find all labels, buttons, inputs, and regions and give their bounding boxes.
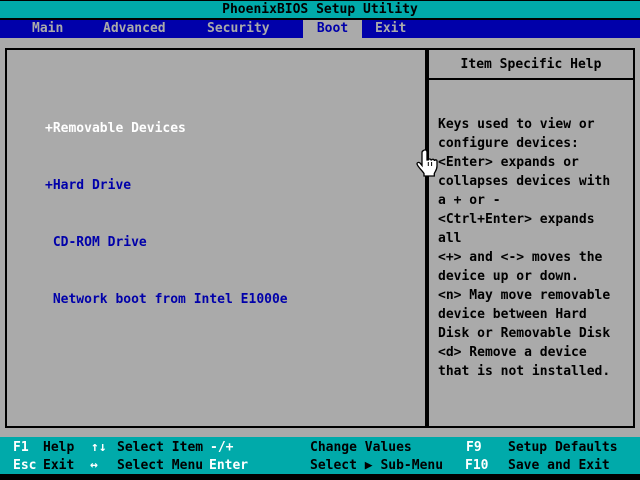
help-line: <Ctrl+Enter> expands: [438, 212, 595, 227]
help-panel-text: Keys used to view or configure devices: …: [429, 80, 633, 381]
list-item-removable-devices[interactable]: +Removable Devices: [45, 119, 288, 138]
key-enter-label: Select ▶ Sub-Menu: [310, 458, 444, 473]
help-line: device up or down.: [438, 269, 579, 284]
help-panel: Item Specific Help Keys used to view or …: [427, 48, 635, 428]
key-f1: F1: [13, 440, 29, 455]
key-esc: Esc: [13, 458, 37, 473]
help-line: configure devices:: [438, 136, 579, 151]
tab-exit[interactable]: Exit: [375, 20, 406, 38]
help-line: <d> Remove a device: [438, 345, 587, 360]
tab-security[interactable]: Security: [207, 20, 270, 38]
help-line: device between Hard: [438, 307, 587, 322]
mouse-cursor-hand-icon: [415, 149, 439, 181]
key-leftright-label: Select Menu: [117, 458, 204, 473]
key-updown-icon: ↑↓: [91, 440, 107, 455]
key-enter: Enter: [209, 458, 249, 473]
help-line: collapses devices with: [438, 174, 611, 189]
tab-boot[interactable]: Boot: [303, 20, 362, 38]
help-line: Disk or Removable Disk: [438, 326, 611, 341]
key-f9-label: Setup Defaults: [508, 440, 618, 455]
help-line: <+> and <-> moves the: [438, 250, 603, 265]
boot-order-panel: +Removable Devices +Hard Drive CD-ROM Dr…: [5, 48, 427, 428]
help-line: that is not installed.: [438, 364, 611, 379]
key-leftright-icon: ↔: [90, 458, 98, 473]
help-line: Keys used to view or: [438, 117, 595, 132]
help-line: all: [438, 231, 462, 246]
key-f1-label: Help: [43, 440, 75, 455]
key-esc-label: Exit: [43, 458, 75, 473]
key-f9: F9: [466, 440, 482, 455]
list-item-cdrom-drive[interactable]: CD-ROM Drive: [45, 233, 288, 252]
key-minusplus-label: Change Values: [310, 440, 412, 455]
page-title: PhoenixBIOS Setup Utility: [222, 2, 418, 17]
bottom-black-strip: [0, 474, 640, 480]
bios-setup-screen: PhoenixBIOS Setup Utility Main Advanced …: [0, 0, 640, 480]
help-panel-title: Item Specific Help: [429, 50, 633, 80]
boot-device-list: +Removable Devices +Hard Drive CD-ROM Dr…: [45, 81, 288, 347]
help-line: <Enter> expands or: [438, 155, 579, 170]
key-legend-bar: F1 Help ↑↓ Select Item -/+ Change Values…: [0, 437, 640, 474]
help-line: <n> May move removable: [438, 288, 611, 303]
key-updown-label: Select Item: [117, 440, 204, 455]
menu-bar: Main Advanced Security Boot Exit: [0, 20, 640, 38]
title-bar: PhoenixBIOS Setup Utility: [0, 0, 640, 18]
key-minusplus: -/+: [210, 440, 234, 455]
key-f10-label: Save and Exit: [508, 458, 610, 473]
list-item-network-boot[interactable]: Network boot from Intel E1000e: [45, 290, 288, 309]
list-item-hard-drive[interactable]: +Hard Drive: [45, 176, 288, 195]
tab-main[interactable]: Main: [32, 20, 63, 38]
tab-advanced[interactable]: Advanced: [103, 20, 166, 38]
key-f10: F10: [465, 458, 489, 473]
help-line: a + or -: [438, 193, 501, 208]
